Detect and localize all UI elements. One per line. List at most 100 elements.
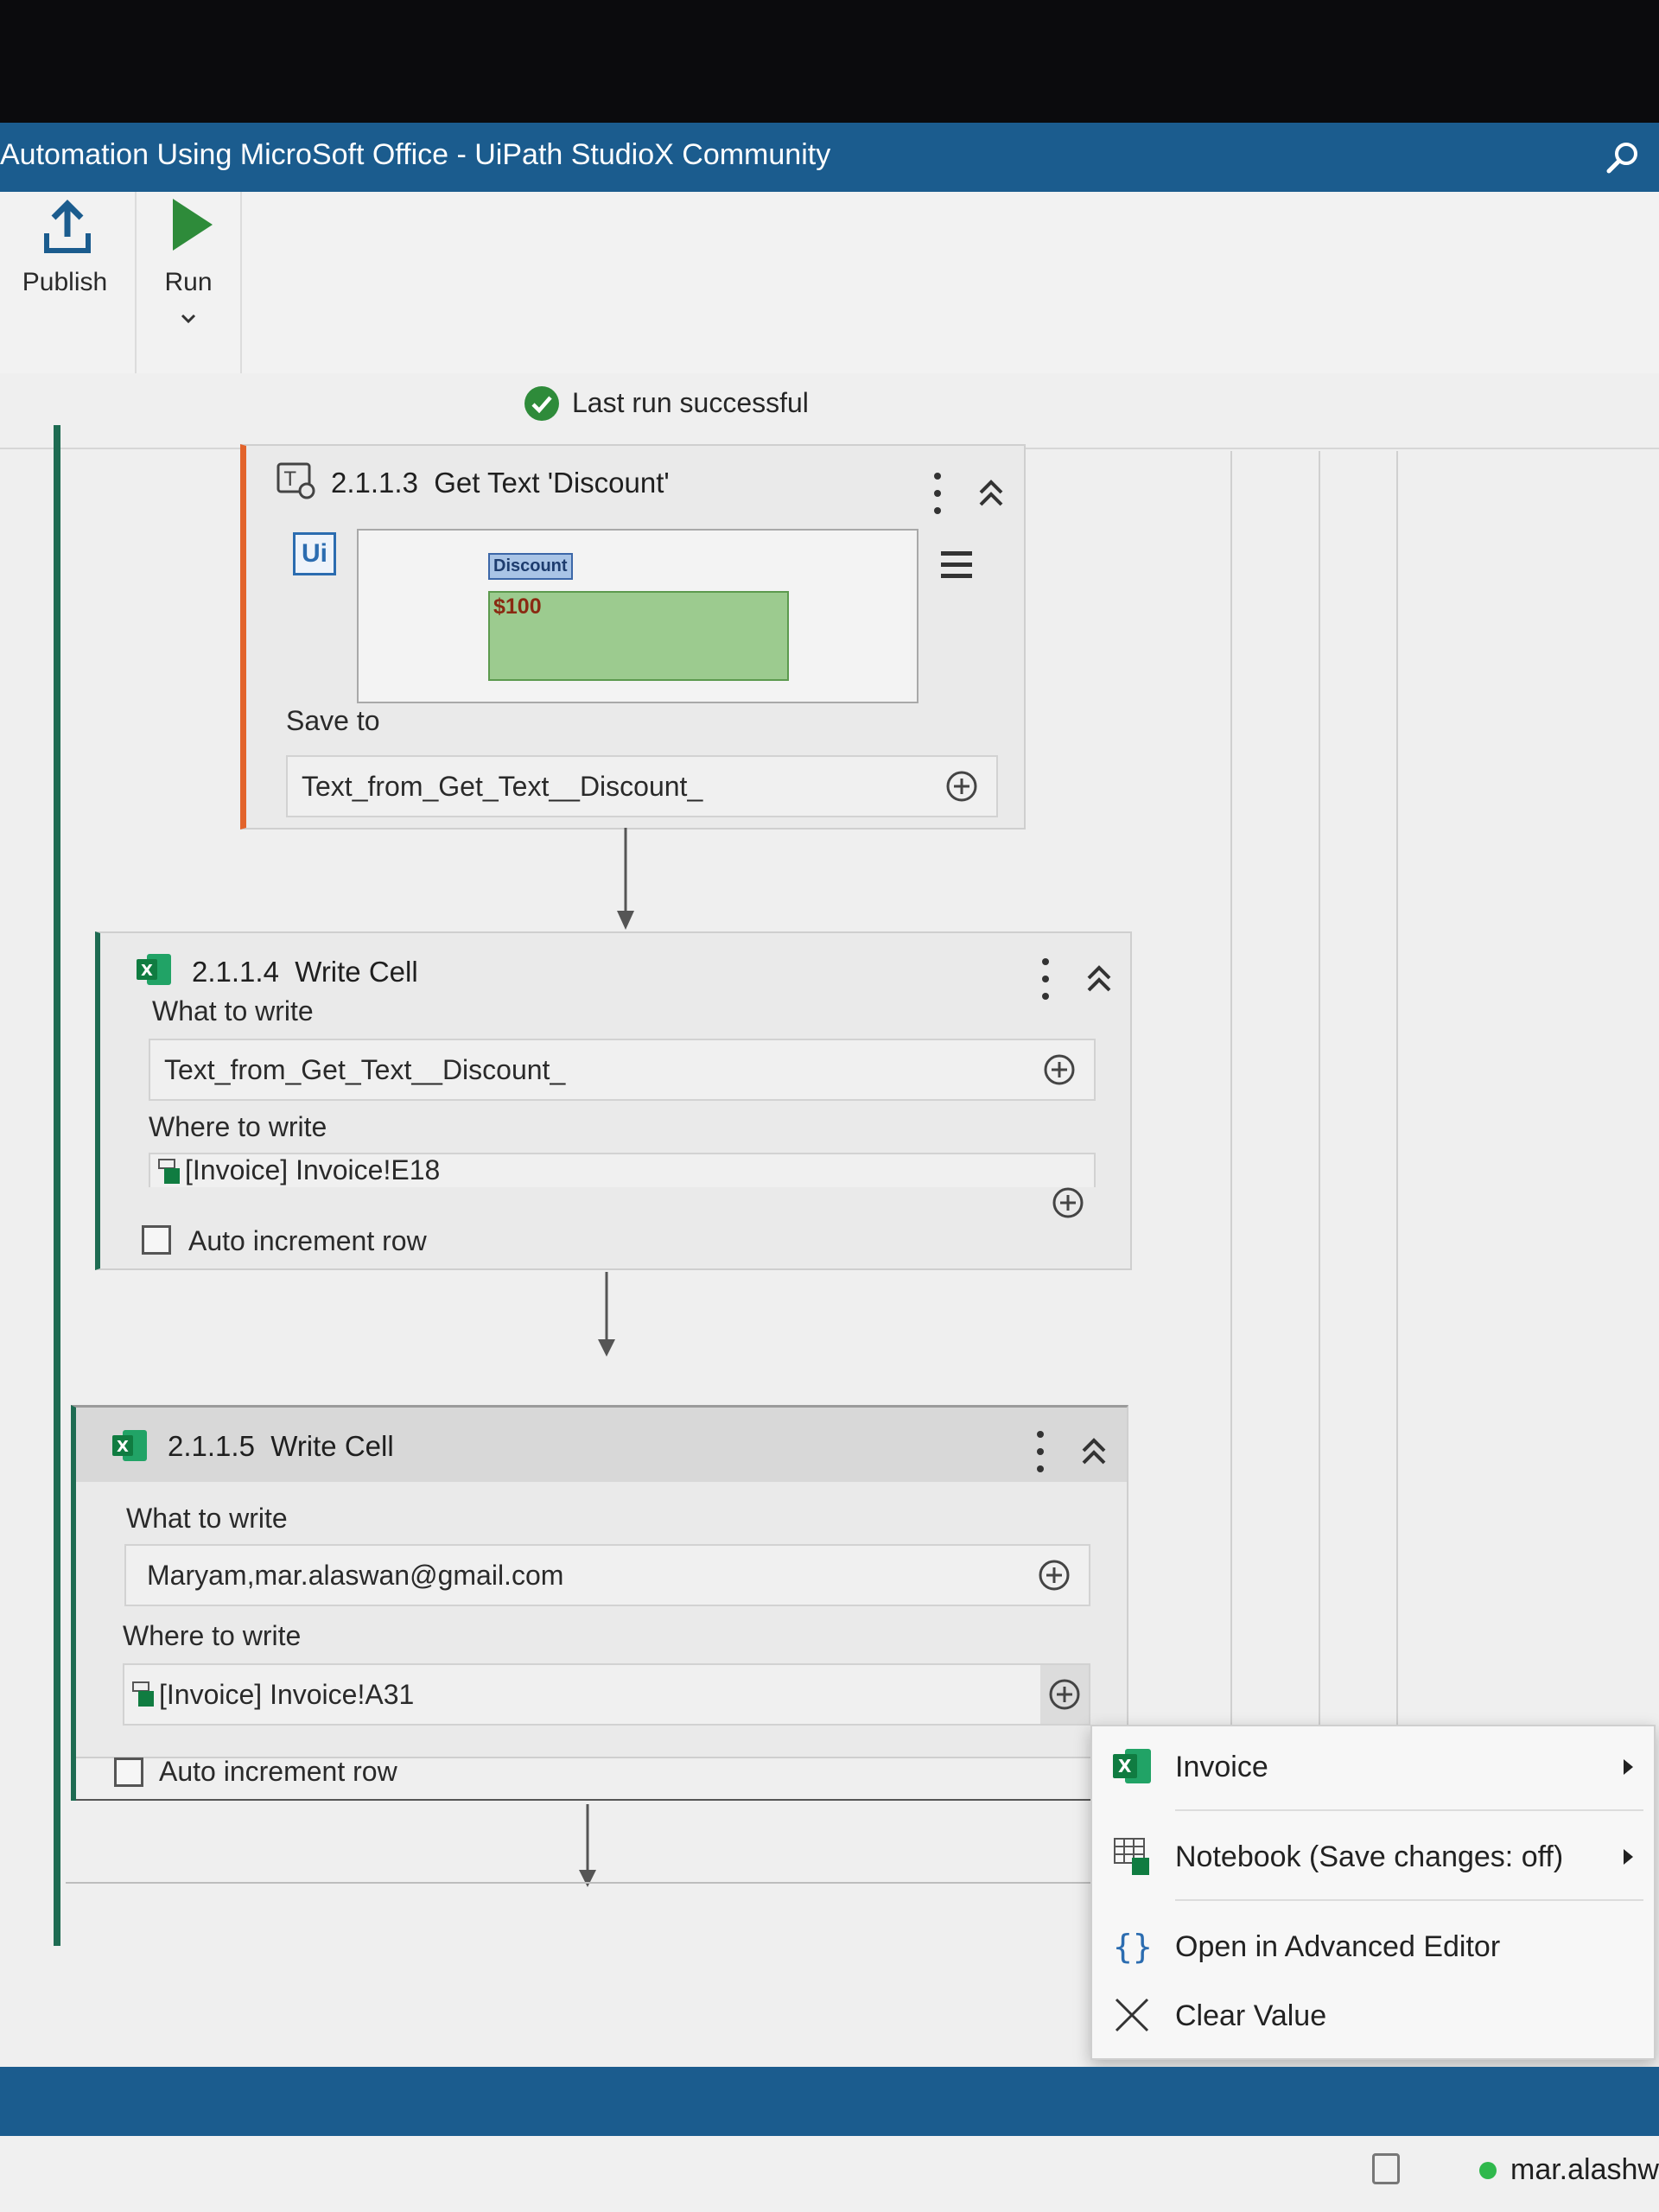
where-to-write-field[interactable]: [Invoice] Invoice!A31 xyxy=(123,1663,1090,1726)
user-name[interactable]: mar.alashw xyxy=(1510,2153,1659,2187)
save-to-value: Text_from_Get_Text__Discount_ xyxy=(302,771,703,802)
what-to-write-value: Text_from_Get_Text__Discount_ xyxy=(164,1054,566,1085)
element-preview[interactable]: Discount $100 xyxy=(357,529,918,703)
plus-circle-icon[interactable] xyxy=(1037,1558,1071,1592)
menu-label: Notebook (Save changes: off) xyxy=(1175,1840,1564,1873)
bottom-bar: mar.alashw xyxy=(0,2136,1659,2212)
submenu-arrow-icon xyxy=(1624,1759,1633,1775)
collapse-icon[interactable] xyxy=(1082,961,1116,995)
field-button-hover[interactable] xyxy=(1040,1665,1089,1724)
auto-increment-checkbox[interactable] xyxy=(142,1225,171,1255)
online-status-icon xyxy=(1479,2162,1497,2179)
menu-label: Invoice xyxy=(1175,1751,1268,1783)
where-to-write-label: Where to write xyxy=(149,1111,327,1142)
preview-target-box: $100 xyxy=(488,591,789,681)
write-cell-options: Auto increment row xyxy=(95,1187,1132,1270)
publish-label: Publish xyxy=(22,268,108,296)
auto-increment-label: Auto increment row xyxy=(188,1225,427,1256)
more-icon[interactable] xyxy=(1033,1428,1047,1475)
flow-arrow xyxy=(598,1272,615,1357)
svg-text:T: T xyxy=(283,469,296,491)
get-text-icon: T xyxy=(276,462,315,499)
what-to-write-label: What to write xyxy=(152,995,314,1027)
collapse-icon[interactable] xyxy=(1077,1433,1111,1468)
toolbar: Publish Run xyxy=(0,192,1659,375)
svg-text:{}: {} xyxy=(1113,1928,1153,1966)
activity-number: 2.1.1.4 xyxy=(192,956,279,988)
flow-arrow xyxy=(617,828,634,930)
sequence-bottom xyxy=(66,1882,1094,1884)
plus-circle-icon[interactable] xyxy=(1047,1677,1082,1712)
account-icon[interactable] xyxy=(1372,2153,1400,2184)
where-to-write-value: [Invoice] Invoice!E18 xyxy=(185,1154,441,1185)
activity-name: Get Text 'Discount' xyxy=(434,467,670,499)
run-button[interactable]: Run xyxy=(135,192,242,373)
what-to-write-value: Maryam,mar.alaswan@gmail.com xyxy=(147,1560,564,1591)
activity-title: 2.1.1.3 Get Text 'Discount' xyxy=(331,467,670,499)
what-to-write-field[interactable]: Text_from_Get_Text__Discount_ xyxy=(149,1039,1096,1101)
excel-range-icon xyxy=(132,1681,154,1707)
svg-text:X: X xyxy=(1118,1756,1132,1777)
menu-item-invoice[interactable]: X Invoice xyxy=(1092,1726,1654,1809)
ui-target-icon[interactable]: Ui xyxy=(293,532,336,575)
plus-circle-icon[interactable] xyxy=(1051,1185,1085,1220)
activity-title: 2.1.1.4 Write Cell xyxy=(192,956,418,988)
hamburger-icon[interactable] xyxy=(939,548,974,582)
excel-icon: X xyxy=(112,1430,147,1461)
svg-text:X: X xyxy=(117,1438,129,1456)
activity-number: 2.1.1.5 xyxy=(168,1430,255,1462)
auto-increment-checkbox[interactable] xyxy=(114,1758,143,1787)
excel-icon: X xyxy=(1113,1749,1151,1783)
notebook-icon xyxy=(1114,1838,1149,1875)
play-icon xyxy=(173,199,213,251)
search-icon[interactable] xyxy=(1602,137,1643,178)
card-left-border xyxy=(71,1754,76,1801)
plus-circle-icon[interactable] xyxy=(944,769,979,804)
save-to-field[interactable]: Text_from_Get_Text__Discount_ xyxy=(286,755,998,817)
menu-label: Open in Advanced Editor xyxy=(1175,1930,1501,1963)
menu-item-clear-value[interactable]: Clear Value xyxy=(1092,1975,1654,2058)
activity-number: 2.1.1.3 xyxy=(331,467,418,499)
get-text-activity[interactable]: T 2.1.1.3 Get Text 'Discount' Ui Discoun… xyxy=(240,444,1026,830)
braces-icon: {} xyxy=(1113,1928,1153,1966)
where-to-write-field[interactable]: [Invoice] Invoice!E18 xyxy=(149,1153,1096,1187)
collapse-icon[interactable] xyxy=(974,475,1008,510)
activity-name: Write Cell xyxy=(270,1430,394,1462)
preview-value: $100 xyxy=(493,594,542,619)
status-text: Last run successful xyxy=(572,387,809,418)
menu-separator xyxy=(1175,1899,1643,1901)
more-icon[interactable] xyxy=(931,470,944,517)
svg-text:X: X xyxy=(141,962,153,980)
run-label: Run xyxy=(164,268,213,296)
status-bar xyxy=(0,2067,1659,2136)
where-to-write-label: Where to write xyxy=(123,1620,302,1651)
save-to-label: Save to xyxy=(286,705,380,736)
activity-name: Write Cell xyxy=(295,956,418,988)
card-bottom-border xyxy=(71,1799,1090,1801)
flow-arrow xyxy=(579,1804,596,1887)
menu-separator xyxy=(1175,1809,1643,1811)
chevron-down-icon[interactable] xyxy=(180,313,197,325)
plus-circle-icon[interactable] xyxy=(1042,1052,1077,1087)
where-to-write-value: [Invoice] Invoice!A31 xyxy=(159,1679,415,1710)
publish-button[interactable]: Publish xyxy=(0,192,130,373)
sequence-rail xyxy=(54,425,60,1946)
close-icon xyxy=(1115,1998,1149,2032)
window-title: Automation Using MicroSoft Office - UiPa… xyxy=(0,138,831,171)
write-cell-activity[interactable]: X 2.1.1.5 Write Cell What to write Marya… xyxy=(71,1405,1128,1758)
more-icon[interactable] xyxy=(1039,956,1052,1002)
menu-label: Clear Value xyxy=(1175,1999,1327,2032)
context-menu: X Invoice Notebook (Save changes: off) {… xyxy=(1090,1725,1656,2060)
excel-icon: X xyxy=(137,954,171,985)
write-cell-activity[interactable]: X 2.1.1.4 Write Cell What to write Text_… xyxy=(95,931,1132,1194)
menu-item-notebook[interactable]: Notebook (Save changes: off) xyxy=(1092,1816,1654,1899)
what-to-write-field[interactable]: Maryam,mar.alaswan@gmail.com xyxy=(124,1544,1090,1606)
submenu-arrow-icon xyxy=(1624,1849,1633,1865)
excel-range-icon xyxy=(158,1159,180,1184)
what-to-write-label: What to write xyxy=(126,1503,288,1534)
title-bar: Automation Using MicroSoft Office - UiPa… xyxy=(0,123,1659,192)
preview-anchor-tag: Discount xyxy=(488,553,573,580)
check-circle-icon xyxy=(524,386,559,421)
upload-icon xyxy=(44,200,91,253)
activity-title: 2.1.1.5 Write Cell xyxy=(168,1430,394,1463)
